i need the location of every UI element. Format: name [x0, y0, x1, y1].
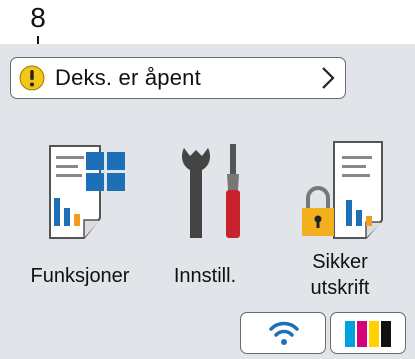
warning-icon: [19, 65, 45, 91]
status-bar-button[interactable]: Deks. er åpent: [10, 57, 346, 99]
app-secure-print-label-line2: utskrift: [310, 277, 370, 299]
secure-print-icon: [302, 141, 383, 239]
settings-tools-icon: [182, 144, 240, 238]
callout-number: 8: [30, 2, 46, 33]
toner-button[interactable]: [330, 312, 406, 354]
toner-icon: [345, 321, 391, 347]
app-secure-print[interactable]: Sikker utskrift: [270, 134, 415, 304]
status-message: Deks. er åpent: [55, 65, 201, 90]
functions-icon: [49, 145, 125, 239]
wifi-icon: [269, 321, 299, 345]
app-settings[interactable]: Innstill.: [130, 134, 280, 304]
chevron-right-icon: [322, 67, 335, 89]
wifi-button[interactable]: [240, 312, 326, 354]
app-secure-print-label-line1: Sikker: [312, 251, 368, 273]
lcd-screen: Deks. er åpent Funksjoner Innstill. Sikk…: [0, 44, 415, 359]
